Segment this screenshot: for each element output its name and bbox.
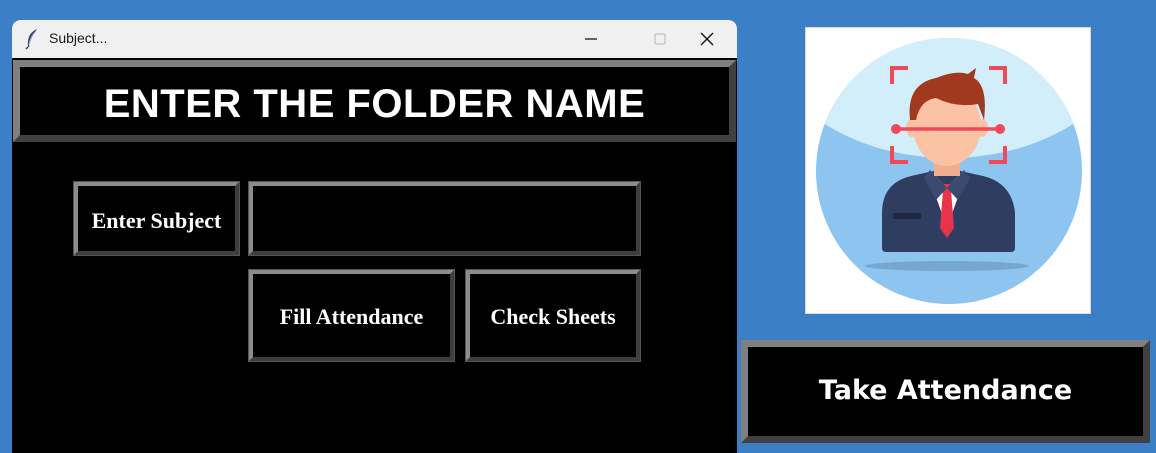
feather-icon xyxy=(24,28,42,50)
fill-attendance-label: Fill Attendance xyxy=(279,304,424,329)
take-attendance-button[interactable]: Take Attendance xyxy=(741,340,1150,443)
close-button[interactable] xyxy=(684,20,730,58)
take-attendance-label: Take Attendance xyxy=(818,375,1073,406)
minimize-icon xyxy=(585,38,597,40)
window-title: Subject... xyxy=(49,30,108,46)
enter-subject-label: Enter Subject xyxy=(73,181,240,256)
check-sheets-label: Check Sheets xyxy=(490,304,616,329)
subject-input[interactable] xyxy=(248,181,641,256)
fill-attendance-button[interactable]: Fill Attendance xyxy=(248,269,455,362)
title-bar[interactable]: Subject... xyxy=(12,20,737,58)
face-recognition-image xyxy=(805,27,1091,314)
header-title: ENTER THE FOLDER NAME xyxy=(103,82,646,126)
close-icon xyxy=(700,32,714,46)
face-recognition-illustration xyxy=(816,38,1082,304)
enter-subject-label-text: Enter Subject xyxy=(91,208,222,233)
maximize-button[interactable] xyxy=(624,20,670,58)
minimize-button[interactable] xyxy=(568,20,614,58)
folder-name-header: ENTER THE FOLDER NAME xyxy=(13,60,736,142)
maximize-icon xyxy=(654,33,666,45)
subject-window: Subject... ENTER THE FOLDER NAME Enter S… xyxy=(12,20,737,453)
check-sheets-button[interactable]: Check Sheets xyxy=(465,269,641,362)
